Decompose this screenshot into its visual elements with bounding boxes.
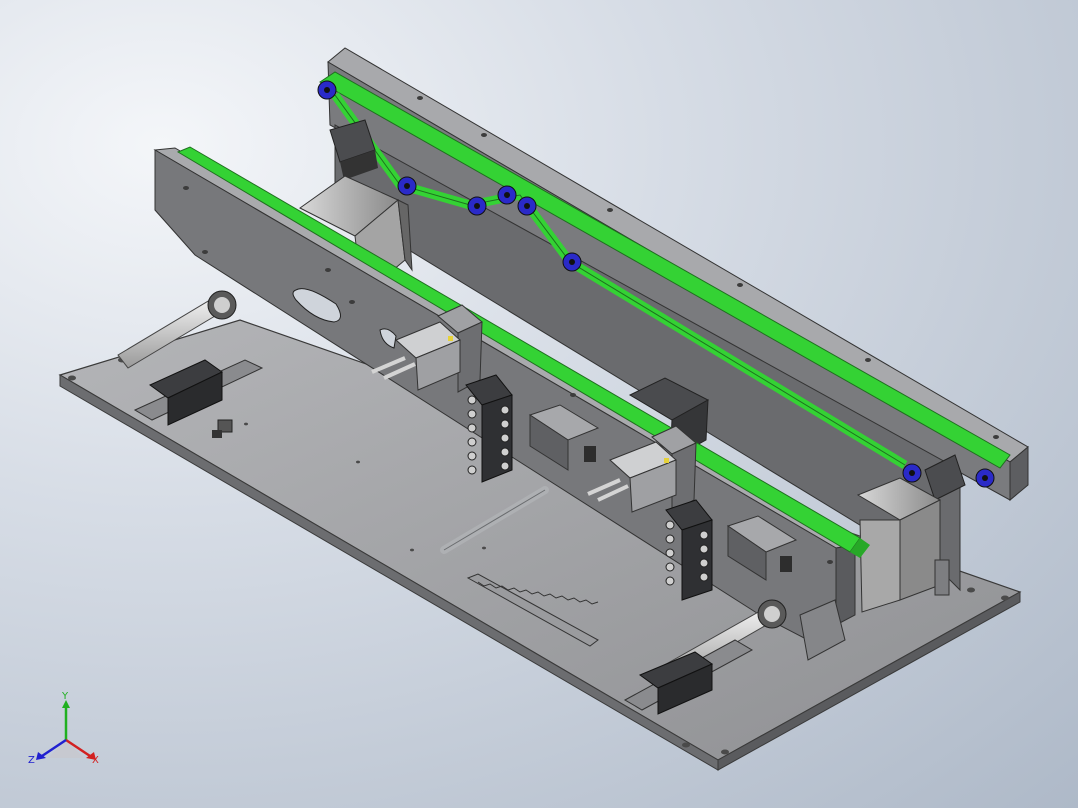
triad-graphic: Y X Z: [28, 691, 99, 766]
right-stepper-motor[interactable]: [856, 477, 950, 613]
left-valve-manifold[interactable]: [465, 374, 513, 483]
z-axis-label: Z: [28, 755, 35, 766]
y-axis-label: Y: [61, 692, 69, 702]
conveyor-assembly-model[interactable]: [0, 0, 1078, 808]
cad-viewport[interactable]: Y X Z: [0, 0, 1078, 808]
x-axis-label: X: [92, 755, 99, 766]
coordinate-triad: Y X Z: [26, 691, 106, 772]
